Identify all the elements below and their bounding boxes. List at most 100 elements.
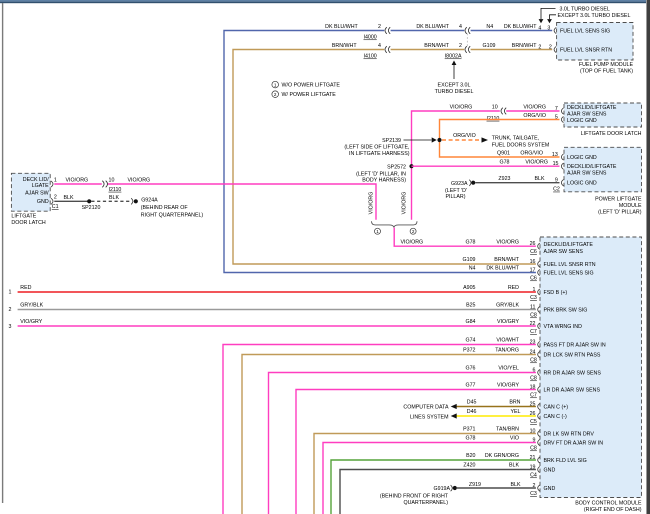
svg-text:PILLAR): PILLAR) <box>445 194 465 200</box>
svg-text:EXCEPT 3.0L: EXCEPT 3.0L <box>438 83 471 89</box>
svg-text:FUEL LVL SNSR RTN: FUEL LVL SNSR RTN <box>560 48 612 54</box>
svg-text:VIO/ORG: VIO/ORG <box>523 105 546 111</box>
svg-text:SP2139: SP2139 <box>382 138 401 144</box>
svg-text:VIO/YEL: VIO/YEL <box>498 366 519 372</box>
svg-text:G78: G78 <box>465 239 475 245</box>
svg-text:1: 1 <box>376 229 379 234</box>
svg-text:VIO/ORG: VIO/ORG <box>496 239 519 245</box>
svg-text:DK BLU/WHT: DK BLU/WHT <box>486 266 519 272</box>
svg-text:N4: N4 <box>469 266 476 272</box>
svg-text:22: 22 <box>530 321 536 327</box>
svg-text:6: 6 <box>533 368 536 374</box>
svg-text:10: 10 <box>492 105 498 111</box>
svg-text:GND: GND <box>37 199 49 205</box>
svg-text:C1: C1 <box>52 204 59 210</box>
svg-text:BLK: BLK <box>509 463 519 469</box>
svg-text:C8: C8 <box>530 446 537 452</box>
svg-text:VIO/GRY: VIO/GRY <box>20 319 42 325</box>
svg-text:FUEL PUMP MODULE: FUEL PUMP MODULE <box>579 62 634 68</box>
svg-text:23: 23 <box>530 340 536 346</box>
svg-text:LR DR AJAR SW SENS: LR DR AJAR SW SENS <box>544 388 601 394</box>
svg-text:GND: GND <box>544 486 556 492</box>
svg-text:C3: C3 <box>530 491 537 497</box>
svg-text:26: 26 <box>530 241 536 247</box>
svg-text:VIO/WHT: VIO/WHT <box>496 338 519 344</box>
svg-text:TURBO DIESEL: TURBO DIESEL <box>435 89 474 95</box>
svg-text:25: 25 <box>530 402 536 408</box>
svg-text:D45: D45 <box>467 400 477 406</box>
svg-text:G109: G109 <box>483 43 496 49</box>
svg-text:C7: C7 <box>530 329 537 335</box>
svg-text:POWER LIFTGATE: POWER LIFTGATE <box>595 196 642 202</box>
svg-text:BRN/WHT: BRN/WHT <box>512 43 537 49</box>
svg-text:RED: RED <box>20 285 31 291</box>
svg-text:FSD B (+): FSD B (+) <box>544 290 568 296</box>
svg-text:AJAR SW SENS: AJAR SW SENS <box>567 112 607 118</box>
svg-text:2: 2 <box>549 45 552 51</box>
svg-text:15: 15 <box>553 161 559 167</box>
svg-text:13: 13 <box>552 152 558 158</box>
svg-text:VIO/ORG: VIO/ORG <box>525 159 548 165</box>
svg-text:SP2120: SP2120 <box>82 205 101 211</box>
svg-text:BLK: BLK <box>63 195 73 201</box>
svg-text:1: 1 <box>533 287 536 293</box>
svg-text:LIFTGATE: LIFTGATE <box>11 213 36 219</box>
svg-text:LOGIC GND: LOGIC GND <box>567 155 597 161</box>
svg-text:VIO/ORG: VIO/ORG <box>402 192 408 215</box>
svg-text:Z923: Z923 <box>498 176 510 182</box>
svg-text:2: 2 <box>9 307 12 313</box>
svg-text:DRV FT DR AJAR SW IN: DRV FT DR AJAR SW IN <box>544 441 604 447</box>
svg-text:(LEFT 'D': (LEFT 'D' <box>445 188 467 194</box>
svg-text:19: 19 <box>530 465 536 471</box>
svg-text:3: 3 <box>547 26 550 32</box>
svg-text:VIO/GRY: VIO/GRY <box>497 383 519 389</box>
svg-text:3.0L TURBO DIESEL: 3.0L TURBO DIESEL <box>560 6 610 12</box>
svg-text:CAN C (+): CAN C (+) <box>544 405 569 411</box>
svg-text:D46: D46 <box>467 409 477 415</box>
svg-text:DOOR LATCH: DOOR LATCH <box>11 220 46 226</box>
svg-text:DK BLU/WHT: DK BLU/WHT <box>325 24 358 30</box>
svg-text:BRN/WHT: BRN/WHT <box>494 257 519 263</box>
svg-text:G109: G109 <box>463 257 476 263</box>
svg-text:VIO: VIO <box>510 436 519 442</box>
svg-text:IN LIFTGATE HARNESS): IN LIFTGATE HARNESS) <box>349 151 410 157</box>
svg-text:2: 2 <box>459 43 462 49</box>
svg-text:COMPUTER DATA: COMPUTER DATA <box>403 405 449 411</box>
svg-text:VIO/GRY: VIO/GRY <box>497 319 519 325</box>
svg-text:DECKLID/LIFTGATE: DECKLID/LIFTGATE <box>567 105 617 111</box>
svg-text:SP2572: SP2572 <box>387 164 406 170</box>
svg-text:VTA WRNG IND: VTA WRNG IND <box>544 324 583 330</box>
svg-text:C8: C8 <box>530 313 537 319</box>
svg-text:PASS FT DR AJAR SW IN: PASS FT DR AJAR SW IN <box>544 343 606 349</box>
svg-text:21: 21 <box>530 455 536 461</box>
svg-text:Z919: Z919 <box>469 482 481 488</box>
svg-text:RR DR AJAR SW SENS: RR DR AJAR SW SENS <box>544 371 602 377</box>
svg-text:LINES SYSTEM: LINES SYSTEM <box>410 414 449 420</box>
svg-text:FUEL LVL SNSR RTN: FUEL LVL SNSR RTN <box>544 262 596 268</box>
svg-text:C8: C8 <box>530 376 537 382</box>
svg-text:B20: B20 <box>466 453 475 459</box>
svg-text:TRUNK, TAILGATE,: TRUNK, TAILGATE, <box>492 135 539 141</box>
svg-text:FUEL LVL SENS SIG: FUEL LVL SENS SIG <box>560 29 610 35</box>
svg-text:VIO/ORG: VIO/ORG <box>450 105 473 111</box>
svg-text:ORG/VIO: ORG/VIO <box>523 113 546 119</box>
svg-text:ORG/VIO: ORG/VIO <box>520 151 543 157</box>
svg-text:9: 9 <box>533 438 536 444</box>
svg-text:11: 11 <box>530 305 536 311</box>
svg-text:24: 24 <box>530 350 536 356</box>
svg-text:G78: G78 <box>499 159 509 165</box>
svg-text:TAN/ORG: TAN/ORG <box>495 348 519 354</box>
svg-text:C6: C6 <box>530 276 537 282</box>
svg-text:1: 1 <box>9 290 12 296</box>
svg-text:BODY CONTROL MODULE: BODY CONTROL MODULE <box>575 500 642 506</box>
svg-text:N4: N4 <box>486 24 493 30</box>
svg-text:AJAR SW: AJAR SW <box>25 191 49 197</box>
svg-text:17: 17 <box>530 268 536 274</box>
svg-text:4: 4 <box>378 43 381 49</box>
svg-text:BRN: BRN <box>509 400 520 406</box>
svg-text:C2: C2 <box>553 187 560 193</box>
svg-text:3: 3 <box>9 324 12 330</box>
svg-text:VIO/ORG: VIO/ORG <box>401 239 424 245</box>
svg-text:LIFTGATE DOOR LATCH: LIFTGATE DOOR LATCH <box>581 131 642 137</box>
svg-text:BLK: BLK <box>510 482 520 488</box>
